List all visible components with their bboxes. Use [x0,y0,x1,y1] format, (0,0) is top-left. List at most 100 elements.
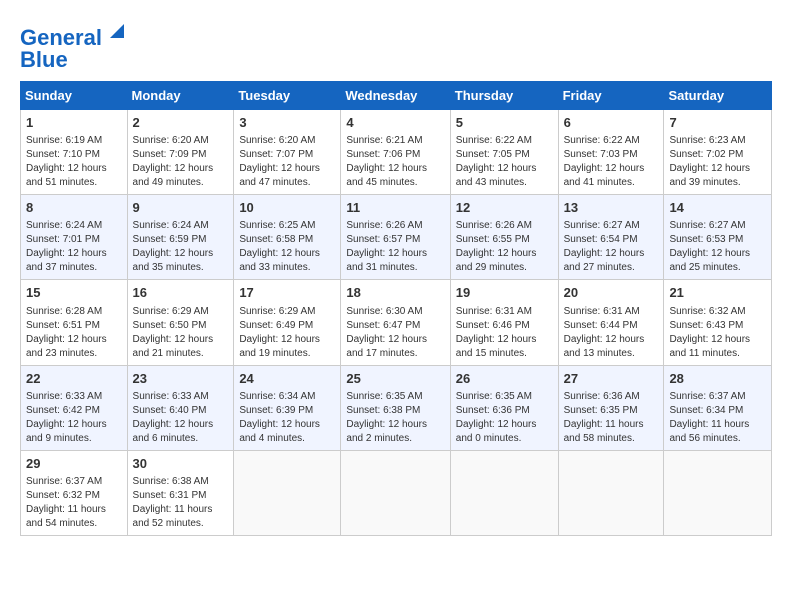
calendar-header-row: SundayMondayTuesdayWednesdayThursdayFrid… [21,82,772,110]
day-number: 29 [26,455,122,473]
calendar-day-cell: 1Sunrise: 6:19 AMSunset: 7:10 PMDaylight… [21,110,128,195]
calendar: SundayMondayTuesdayWednesdayThursdayFrid… [20,81,772,536]
calendar-day-cell: 4 Sunrise: 6:21 AMSunset: 7:06 PMDaylight… [341,110,450,195]
day-info: Sunrise: 6:22 AMSunset: 7:05 PMDaylight:… [456,134,553,190]
day-number: 22 [26,370,122,388]
logo: General Blue [20,20,128,71]
day-info: Sunrise: 6:36 AMSunset: 6:35 PMDaylight:… [564,390,659,446]
calendar-week-row: 29 Sunrise: 6:37 AMSunset: 6:32 PMDayligh… [21,450,772,535]
day-info: Sunrise: 6:29 AMSunset: 6:49 PMDaylight:… [239,305,335,361]
calendar-day-cell: 22 Sunrise: 6:33 AMSunset: 6:42 PMDayligh… [21,365,128,450]
day-info: Sunrise: 6:24 AMSunset: 7:01 PMDaylight:… [26,219,122,275]
day-info: Sunrise: 6:24 AMSunset: 6:59 PMDaylight:… [133,219,229,275]
calendar-day-cell: 16 Sunrise: 6:29 AMSunset: 6:50 PMDayligh… [127,280,234,365]
day-info: Sunrise: 6:31 AMSunset: 6:44 PMDaylight:… [564,305,659,361]
day-number: 18 [346,284,444,302]
day-info: Sunrise: 6:30 AMSunset: 6:47 PMDaylight:… [346,305,444,361]
column-header-monday: Monday [127,82,234,110]
calendar-day-cell: 27 Sunrise: 6:36 AMSunset: 6:35 PMDayligh… [558,365,664,450]
day-number: 9 [133,199,229,217]
calendar-day-cell: 11 Sunrise: 6:26 AMSunset: 6:57 PMDayligh… [341,195,450,280]
day-number: 2 [133,114,229,132]
calendar-day-cell: 25 Sunrise: 6:35 AMSunset: 6:38 PMDayligh… [341,365,450,450]
calendar-day-cell: 29 Sunrise: 6:37 AMSunset: 6:32 PMDayligh… [21,450,128,535]
day-number: 16 [133,284,229,302]
day-info: Sunrise: 6:28 AMSunset: 6:51 PMDaylight:… [26,305,122,361]
day-info: Sunrise: 6:34 AMSunset: 6:39 PMDaylight:… [239,390,335,446]
day-info: Sunrise: 6:38 AMSunset: 6:31 PMDaylight:… [133,475,229,531]
calendar-day-cell: 6Sunrise: 6:22 AMSunset: 7:03 PMDaylight… [558,110,664,195]
day-number: 27 [564,370,659,388]
day-info: Sunrise: 6:25 AMSunset: 6:58 PMDaylight:… [239,219,335,275]
calendar-day-cell: 12 Sunrise: 6:26 AMSunset: 6:55 PMDayligh… [450,195,558,280]
calendar-day-cell: 13Sunrise: 6:27 AMSunset: 6:54 PMDayligh… [558,195,664,280]
calendar-day-cell: 18 Sunrise: 6:30 AMSunset: 6:47 PMDayligh… [341,280,450,365]
calendar-week-row: 22 Sunrise: 6:33 AMSunset: 6:42 PMDayligh… [21,365,772,450]
day-number: 23 [133,370,229,388]
day-number: 4 [346,114,444,132]
day-number: 5 [456,114,553,132]
calendar-week-row: 1Sunrise: 6:19 AMSunset: 7:10 PMDaylight… [21,110,772,195]
day-number: 11 [346,199,444,217]
day-info: Sunrise: 6:29 AMSunset: 6:50 PMDaylight:… [133,305,229,361]
day-number: 15 [26,284,122,302]
day-number: 12 [456,199,553,217]
calendar-day-cell: 19Sunrise: 6:31 AMSunset: 6:46 PMDayligh… [450,280,558,365]
day-info: Sunrise: 6:35 AMSunset: 6:36 PMDaylight:… [456,390,553,446]
day-info: Sunrise: 6:23 AMSunset: 7:02 PMDaylight:… [669,134,766,190]
day-number: 21 [669,284,766,302]
day-info: Sunrise: 6:26 AMSunset: 6:55 PMDaylight:… [456,219,553,275]
calendar-week-row: 15 Sunrise: 6:28 AMSunset: 6:51 PMDayligh… [21,280,772,365]
calendar-day-cell: 2 Sunrise: 6:20 AMSunset: 7:09 PMDaylight… [127,110,234,195]
calendar-day-cell [664,450,772,535]
calendar-day-cell: 30 Sunrise: 6:38 AMSunset: 6:31 PMDayligh… [127,450,234,535]
calendar-day-cell: 23 Sunrise: 6:33 AMSunset: 6:40 PMDayligh… [127,365,234,450]
header: General Blue [20,20,772,71]
day-number: 1 [26,114,122,132]
calendar-day-cell: 7 Sunrise: 6:23 AMSunset: 7:02 PMDaylight… [664,110,772,195]
day-number: 30 [133,455,229,473]
day-info: Sunrise: 6:20 AMSunset: 7:09 PMDaylight:… [133,134,229,190]
calendar-day-cell: 17Sunrise: 6:29 AMSunset: 6:49 PMDayligh… [234,280,341,365]
logo-blue-text: Blue [20,49,68,71]
day-number: 26 [456,370,553,388]
day-info: Sunrise: 6:33 AMSunset: 6:42 PMDaylight:… [26,390,122,446]
calendar-day-cell: 3Sunrise: 6:20 AMSunset: 7:07 PMDaylight… [234,110,341,195]
column-header-thursday: Thursday [450,82,558,110]
column-header-wednesday: Wednesday [341,82,450,110]
day-number: 6 [564,114,659,132]
column-header-saturday: Saturday [664,82,772,110]
calendar-day-cell: 20 Sunrise: 6:31 AMSunset: 6:44 PMDayligh… [558,280,664,365]
day-number: 20 [564,284,659,302]
day-number: 24 [239,370,335,388]
calendar-day-cell: 15 Sunrise: 6:28 AMSunset: 6:51 PMDayligh… [21,280,128,365]
day-info: Sunrise: 6:21 AMSunset: 7:06 PMDaylight:… [346,134,444,190]
day-number: 28 [669,370,766,388]
day-number: 25 [346,370,444,388]
column-header-tuesday: Tuesday [234,82,341,110]
day-info: Sunrise: 6:26 AMSunset: 6:57 PMDaylight:… [346,219,444,275]
calendar-day-cell [450,450,558,535]
day-number: 3 [239,114,335,132]
calendar-day-cell: 26 Sunrise: 6:35 AMSunset: 6:36 PMDayligh… [450,365,558,450]
day-number: 7 [669,114,766,132]
column-header-friday: Friday [558,82,664,110]
column-header-sunday: Sunday [21,82,128,110]
calendar-day-cell: 14Sunrise: 6:27 AMSunset: 6:53 PMDayligh… [664,195,772,280]
day-info: Sunrise: 6:35 AMSunset: 6:38 PMDaylight:… [346,390,444,446]
day-info: Sunrise: 6:31 AMSunset: 6:46 PMDaylight:… [456,305,553,361]
calendar-day-cell: 21 Sunrise: 6:32 AMSunset: 6:43 PMDayligh… [664,280,772,365]
logo-icon [106,20,128,42]
calendar-day-cell: 8Sunrise: 6:24 AMSunset: 7:01 PMDaylight… [21,195,128,280]
day-info: Sunrise: 6:33 AMSunset: 6:40 PMDaylight:… [133,390,229,446]
logo-text: General [20,27,102,49]
day-info: Sunrise: 6:37 AMSunset: 6:32 PMDaylight:… [26,475,122,531]
calendar-day-cell: 9 Sunrise: 6:24 AMSunset: 6:59 PMDaylight… [127,195,234,280]
calendar-day-cell [558,450,664,535]
calendar-day-cell [341,450,450,535]
calendar-day-cell: 5 Sunrise: 6:22 AMSunset: 7:05 PMDaylight… [450,110,558,195]
day-number: 13 [564,199,659,217]
day-number: 14 [669,199,766,217]
day-info: Sunrise: 6:32 AMSunset: 6:43 PMDaylight:… [669,305,766,361]
calendar-week-row: 8Sunrise: 6:24 AMSunset: 7:01 PMDaylight… [21,195,772,280]
